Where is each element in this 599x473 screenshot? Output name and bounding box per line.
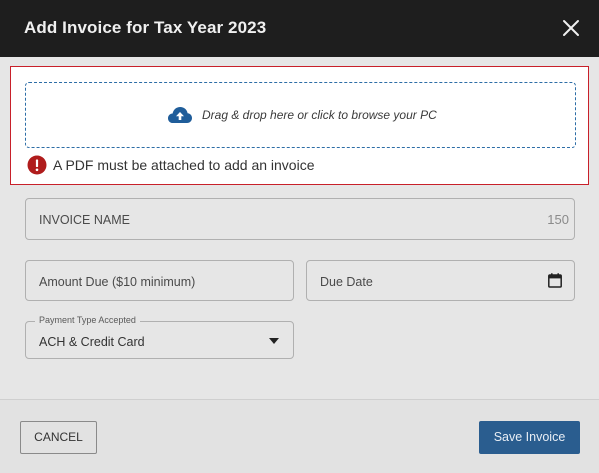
error-message: A PDF must be attached to add an invoice bbox=[53, 157, 315, 173]
error-icon bbox=[27, 155, 47, 175]
invoice-name-input[interactable]: INVOICE NAME 150 bbox=[25, 198, 575, 240]
dialog-title: Add Invoice for Tax Year 2023 bbox=[24, 18, 267, 37]
due-date-placeholder: Due Date bbox=[320, 275, 373, 289]
file-dropzone[interactable]: Drag & drop here or click to browse your… bbox=[25, 82, 576, 148]
dialog-footer: CANCEL Save Invoice bbox=[0, 399, 599, 473]
invoice-name-placeholder: INVOICE NAME bbox=[39, 213, 130, 227]
add-invoice-dialog: Add Invoice for Tax Year 2023 Drag & dro… bbox=[0, 0, 599, 473]
due-date-input[interactable]: Due Date bbox=[306, 260, 575, 301]
caret-down-icon bbox=[269, 338, 279, 344]
cancel-button[interactable]: CANCEL bbox=[20, 421, 97, 454]
char-limit-counter: 150 bbox=[547, 212, 569, 227]
close-icon[interactable] bbox=[560, 17, 582, 39]
cloud-upload-icon bbox=[168, 107, 192, 123]
upload-section: Drag & drop here or click to browse your… bbox=[10, 66, 589, 185]
amount-due-placeholder: Amount Due ($10 minimum) bbox=[39, 275, 196, 289]
payment-type-value: ACH & Credit Card bbox=[39, 335, 145, 349]
calendar-icon[interactable] bbox=[548, 273, 562, 288]
payment-type-select[interactable]: Payment Type Accepted ACH & Credit Card bbox=[25, 315, 294, 359]
dialog-header: Add Invoice for Tax Year 2023 bbox=[0, 0, 599, 57]
payment-type-label: Payment Type Accepted bbox=[35, 315, 140, 325]
dropzone-text: Drag & drop here or click to browse your… bbox=[202, 108, 437, 122]
save-invoice-button[interactable]: Save Invoice bbox=[479, 421, 580, 454]
amount-due-input[interactable]: Amount Due ($10 minimum) bbox=[25, 260, 294, 301]
